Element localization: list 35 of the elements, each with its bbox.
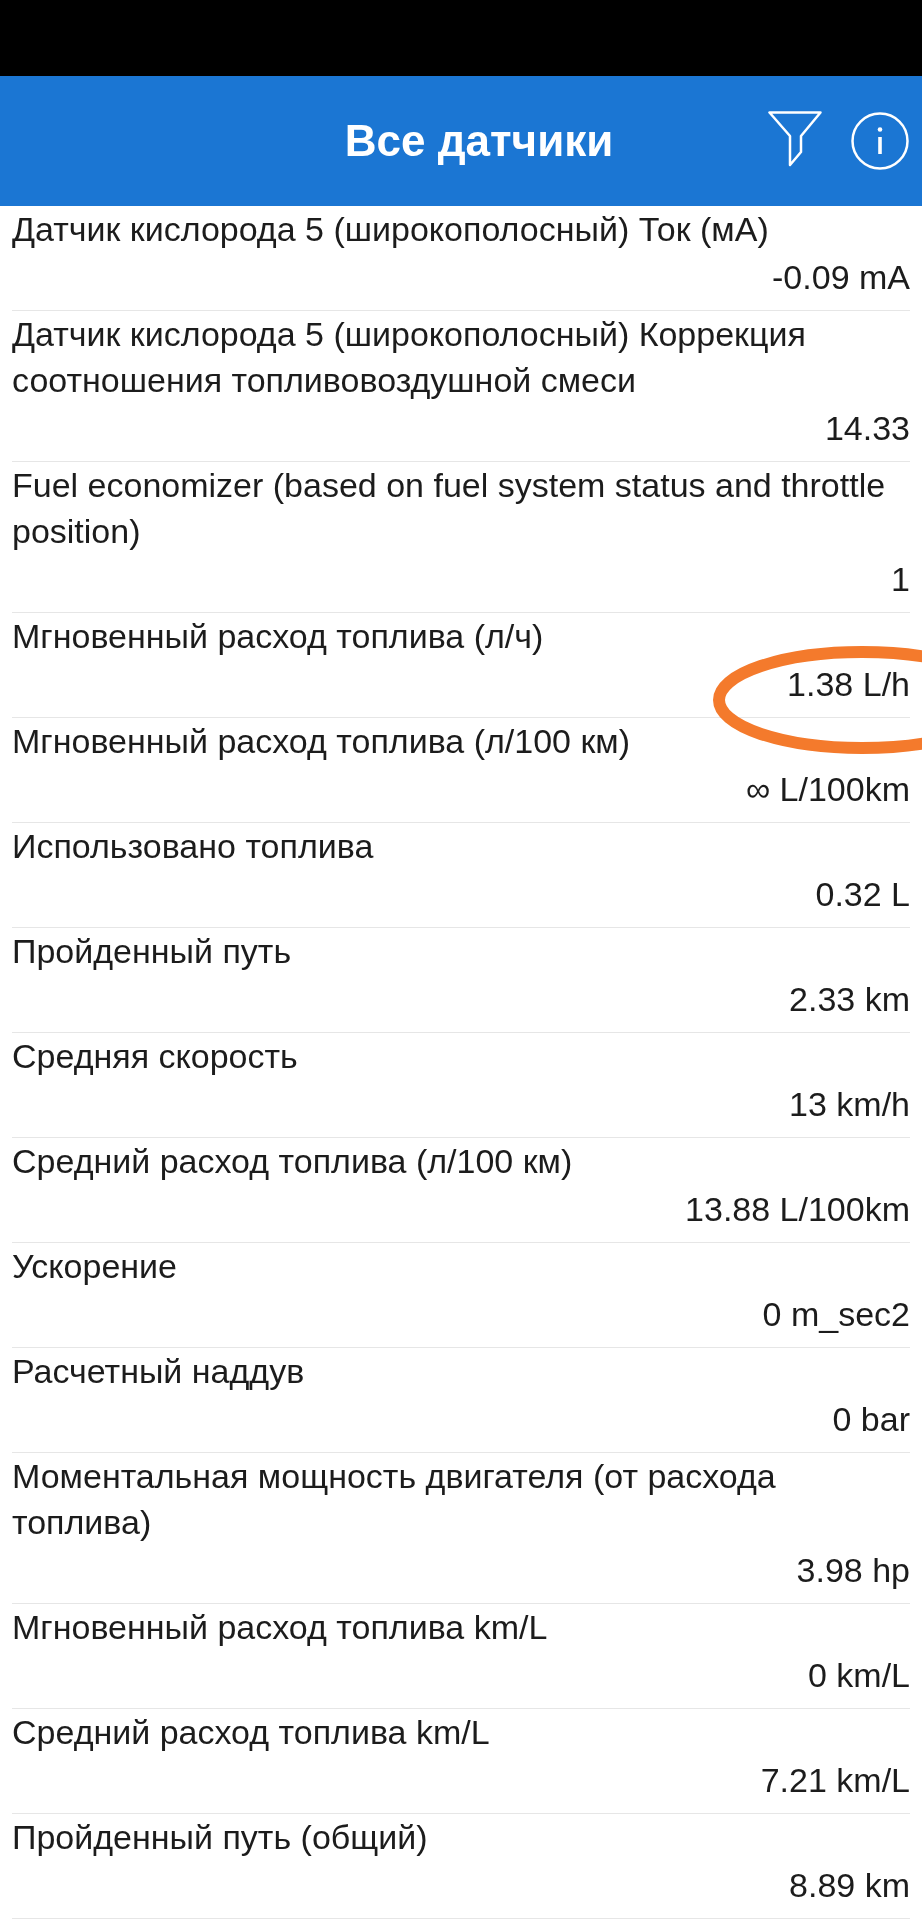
sensor-value: 13.88 L/100km — [685, 1189, 910, 1230]
sensor-value: 0 km/L — [807, 1655, 910, 1696]
sensor-name: Датчик кислорода 5 (широкополосный) Ток (мА) — [12, 209, 769, 250]
sensor-name: Датчик кислорода 5 (широкополосный) Коррекция соотношения топливовоздушной смеси — [12, 314, 807, 401]
info-icon — [851, 112, 909, 170]
sensor-value: ∞ L/100km — [745, 769, 910, 810]
sensor-value: 13 km/h — [789, 1084, 910, 1125]
sensor-name: Ускорение — [12, 1246, 177, 1287]
info-button[interactable] — [851, 112, 909, 170]
sensor-name: Мгновенный расход топлива km/L — [12, 1607, 548, 1648]
sensor-value: 0.32 L — [815, 874, 910, 915]
sensor-value: 3.98 hp — [796, 1550, 910, 1591]
funnel-icon — [768, 111, 822, 167]
sensor-name: Моментальная мощность двигателя (от расхода топлива) — [12, 1456, 777, 1543]
filter-button[interactable] — [768, 111, 822, 167]
sensor-value: 1 — [891, 559, 910, 600]
sensor-value: 1.38 L/h — [787, 664, 910, 705]
sensor-value: 8.89 km — [789, 1865, 910, 1906]
sensor-value: 0 bar — [832, 1399, 910, 1440]
sensor-name: Пройденный путь — [12, 931, 292, 972]
sensor-name: Использовано топлива — [12, 826, 374, 867]
sensor-value: 2.33 km — [789, 979, 910, 1020]
sensor-name: Расчетный наддув — [12, 1351, 305, 1392]
sensor-value: -0.09 mA — [772, 257, 910, 298]
sensor-value: 0 m_sec2 — [762, 1294, 910, 1335]
sensor-name: Средний расход топлива (л/100 км) — [12, 1141, 573, 1182]
sensor-name: Мгновенный расход топлива (л/100 км) — [12, 721, 631, 762]
sensor-name: Мгновенный расход топлива (л/ч) — [12, 616, 544, 657]
sensor-name: Средний расход топлива km/L — [12, 1712, 490, 1753]
sensor-name: Пройденный путь (общий) — [12, 1817, 428, 1858]
sensor-name: Fuel economizer (based on fuel system status and throttle position) — [12, 465, 887, 552]
sensor-name: Средняя скорость — [12, 1036, 298, 1077]
sensor-value: 7.21 km/L — [760, 1760, 910, 1801]
screen-title: Все датчики — [344, 115, 614, 167]
sensor-value: 14.33 — [824, 408, 910, 449]
